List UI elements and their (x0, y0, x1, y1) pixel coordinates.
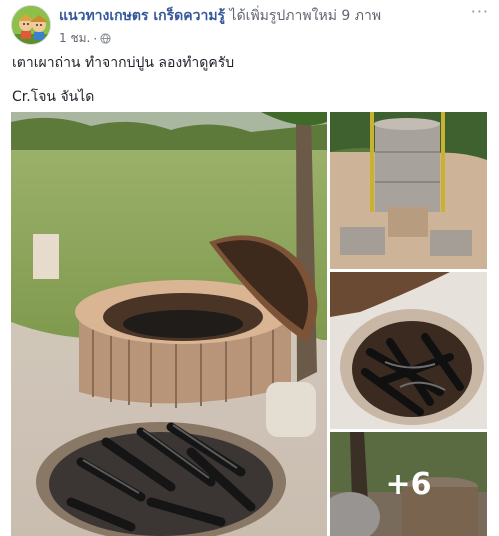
photo-more[interactable]: +6 (330, 432, 487, 536)
post-text-line-1: เตาเผาถ่าน ทำจากบ่ปูน ลองทำดูครับ (12, 55, 235, 71)
kiln-stack-image (330, 112, 487, 269)
page-name-link[interactable]: แนวทางเกษตร เกร็ดความรู้ (59, 8, 225, 24)
photo-main-kiln[interactable] (11, 112, 327, 536)
author-line: แนวทางเกษตร เกร็ดความรู้ ได้เพิ่มรูปภาพใ… (59, 7, 381, 25)
meta-separator: · (93, 31, 98, 46)
public-globe-icon[interactable] (100, 33, 111, 44)
post-text-line-2: Cr.โจน จันได (12, 89, 95, 105)
page-avatar[interactable] (11, 5, 51, 45)
post-meta: 1 ชม. · (59, 29, 111, 48)
post-message: เตาเผาถ่าน ทำจากบ่ปูน ลองทำดูครับ Cr.โจน… (12, 53, 234, 121)
photo-gallery: +6 (11, 112, 487, 536)
facebook-post: แนวทางเกษตร เกร็ดความรู้ ได้เพิ่มรูปภาพใ… (0, 0, 499, 536)
farmer-logo-icon (12, 6, 50, 44)
post-action-text: ได้เพิ่มรูปภาพใหม่ 9 ภาพ (225, 8, 382, 24)
post-options-icon[interactable]: ··· (471, 2, 489, 21)
photo-kiln-stack[interactable] (330, 112, 487, 269)
photo-charcoal-in-kiln[interactable] (330, 272, 487, 429)
post-timestamp[interactable]: 1 ชม. (59, 29, 90, 48)
charcoal-kiln-image (330, 272, 487, 429)
more-photos-count: +6 (330, 432, 487, 536)
kiln-photo-image (11, 112, 327, 536)
